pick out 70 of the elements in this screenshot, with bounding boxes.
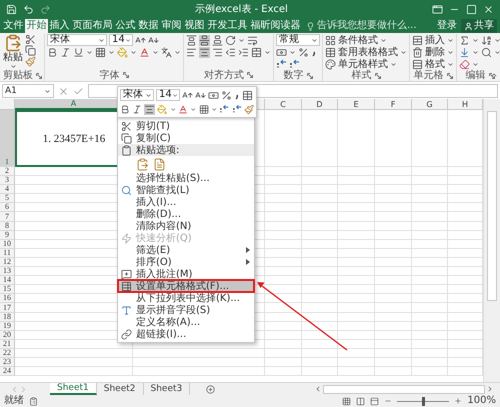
column-header[interactable]: F [375, 99, 412, 110]
row-header[interactable]: 13 [0, 267, 15, 276]
column-header[interactable]: H [448, 99, 483, 110]
menu-item[interactable]: 智能查找(L) [118, 184, 254, 196]
menu-item[interactable]: 粘贴选项: [118, 144, 254, 156]
cells-button[interactable]: 插入 [412, 34, 454, 46]
ribbon-tab[interactable]: 视图 [183, 19, 206, 33]
menu-item[interactable]: 从下拉列表中选择(K)... [118, 292, 254, 304]
menu-item[interactable]: 插入(I)... [118, 196, 254, 208]
number-format-field[interactable]: 常规 [276, 34, 320, 46]
sheet-tab[interactable]: Sheet1 [50, 383, 97, 395]
row-header[interactable]: 15 [0, 285, 15, 294]
row-header[interactable]: 4 [0, 185, 15, 194]
row-header[interactable]: 3 [0, 176, 15, 186]
column-header[interactable]: D [302, 99, 338, 110]
styles-button[interactable]: 单元格样式 [325, 58, 407, 70]
font-size-field[interactable]: 14 [109, 34, 133, 46]
styles-button[interactable]: 套用表格格式 [325, 46, 407, 58]
font-name-field[interactable]: 宋体 [47, 34, 107, 46]
font-size-field[interactable]: 14 [156, 89, 180, 101]
group-label: 剪贴板 [3, 70, 33, 81]
group-label: 数字 [284, 70, 304, 81]
group-label: 单元格 [414, 70, 444, 81]
row-header[interactable]: 14 [0, 276, 15, 286]
group-label: 样式 [352, 70, 372, 81]
ribbon-tab[interactable]: 开发工具 [206, 19, 249, 33]
ribbon-tab[interactable]: 插入 [48, 19, 71, 33]
menu-item[interactable]: 清除内容(N) [118, 220, 254, 232]
window-title: 示例excel表 - Excel [194, 2, 289, 16]
paste-button[interactable]: 粘贴 [3, 34, 23, 70]
menu-item[interactable]: 筛选(E) [118, 244, 254, 256]
ribbon-tab[interactable]: 福昕阅读器 [249, 19, 302, 33]
row-header[interactable]: 2 [0, 167, 15, 176]
status-text: 就绪 [4, 396, 24, 406]
row-header[interactable]: 24 [0, 367, 15, 376]
ribbon-tab[interactable]: 页面布局 [71, 19, 114, 33]
ribbon-tab[interactable]: 审阅 [160, 19, 183, 33]
row-header[interactable]: 7 [0, 212, 15, 222]
menu-item[interactable]: 选择性粘贴(S)... [118, 172, 254, 184]
group-label: 编辑 [466, 70, 486, 81]
menu-item[interactable]: 排序(O) [118, 256, 254, 268]
styles-button[interactable]: 条件格式 [325, 34, 407, 46]
ribbon-tab[interactable]: 数据 [137, 19, 160, 33]
ribbon-tab[interactable]: 开始 [25, 19, 48, 33]
menu-item[interactable]: 超链接(I)... [118, 328, 254, 340]
font-name-field[interactable]: 宋体 [120, 89, 154, 101]
group-label: 字体 [100, 70, 120, 80]
menu-item[interactable]: 显示拼音字段(S) [118, 304, 254, 316]
ribbon-tab[interactable]: 公式 [114, 19, 137, 33]
row-header[interactable]: 5 [0, 194, 15, 204]
column-header[interactable]: C [265, 99, 302, 110]
menu-item[interactable]: 插入批注(M) [118, 268, 254, 280]
cells-button[interactable]: 删除 [412, 46, 454, 58]
tell-me-field[interactable]: 告诉我您想要做什么... [306, 19, 417, 33]
row-header[interactable]: 6 [0, 203, 15, 212]
zoom-level[interactable]: 100% [467, 396, 496, 406]
column-header[interactable]: G [412, 99, 448, 110]
name-box[interactable]: A1 [2, 84, 54, 98]
column-header[interactable]: E [338, 99, 375, 110]
row-header[interactable]: 17 [0, 303, 15, 312]
group-label: 对齐方式 [204, 70, 244, 80]
menu-item[interactable]: 定义名称(A)... [118, 316, 254, 328]
cells-button[interactable]: 格式 [412, 58, 454, 70]
menu-item[interactable]: 设置单元格格式(F)... [118, 280, 254, 292]
row-header[interactable]: 1 [0, 110, 15, 167]
row-header[interactable]: 16 [0, 294, 15, 304]
ribbon-tab[interactable]: 文件 [2, 19, 25, 33]
share-button[interactable]: 共享 [461, 19, 497, 33]
sign-in-link[interactable]: 登录 [437, 19, 457, 33]
menu-item[interactable]: 删除(D)... [118, 208, 254, 220]
